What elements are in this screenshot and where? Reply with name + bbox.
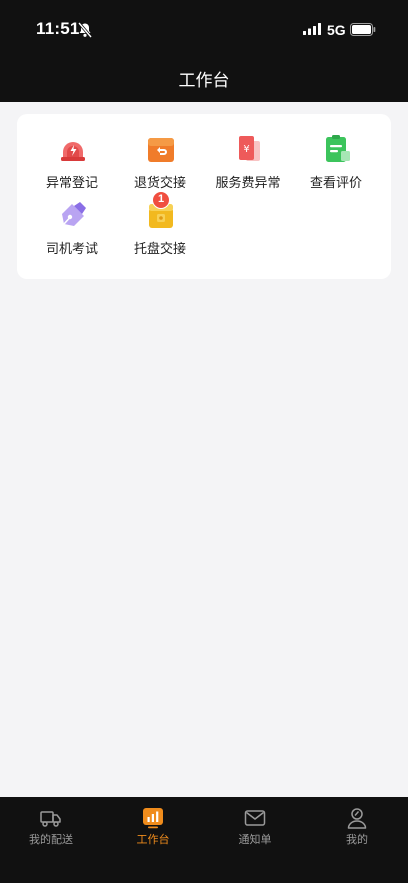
- grid-item-pallet-handover[interactable]: 托盘交接: [113, 200, 207, 260]
- grid-item-label: 异常登记: [45, 175, 98, 190]
- grid-item-view-reviews[interactable]: 查看评价: [289, 134, 383, 194]
- grid-item-label: 司机考试: [45, 241, 98, 256]
- mail-icon: [244, 810, 266, 826]
- app-header: 工作台: [0, 60, 408, 102]
- tab-label: 工作台: [136, 834, 170, 846]
- clipboard-review-icon: [326, 135, 350, 162]
- battery-icon: [350, 23, 376, 36]
- truck-icon: [40, 811, 61, 827]
- fee-document-icon: ¥: [239, 136, 260, 161]
- tab-notices[interactable]: 通知单: [204, 797, 306, 857]
- pen-exam-icon: [62, 202, 86, 226]
- return-box-icon: [148, 138, 174, 162]
- network-type: 5G: [327, 22, 346, 38]
- function-grid-card: 异常登记 退货交接 ¥ 服务费异常 查看评价 司机考试 托盘交接: [17, 114, 391, 279]
- grid-item-label: 退货交接: [133, 175, 186, 190]
- grid-item-label: 托盘交接: [133, 241, 186, 256]
- grid-item-driver-exam[interactable]: 司机考试: [25, 200, 119, 260]
- user-icon: [347, 808, 367, 829]
- status-bar: 11:51 5G: [0, 0, 408, 60]
- page-title: 工作台: [178, 71, 230, 90]
- grid-item-label: 服务费异常: [215, 175, 281, 190]
- tab-label: 通知单: [238, 834, 272, 846]
- signal-icon: [303, 23, 321, 35]
- tab-workbench[interactable]: 工作台: [102, 797, 204, 857]
- grid-item-return-handover[interactable]: 退货交接: [113, 134, 207, 194]
- tab-mine[interactable]: 我的: [306, 797, 408, 857]
- alarm-light-icon: [61, 142, 85, 161]
- status-time: 11:51: [36, 19, 80, 38]
- svg-text:¥: ¥: [243, 144, 249, 155]
- grid-item-service-fee-exception[interactable]: ¥ 服务费异常: [201, 134, 295, 194]
- tab-my-delivery[interactable]: 我的配送: [0, 797, 102, 857]
- bell-muted-icon: [78, 22, 92, 38]
- grid-item-exception-register[interactable]: 异常登记: [25, 134, 119, 194]
- tab-label: 我的: [346, 834, 368, 846]
- notification-badge: 1: [152, 191, 170, 209]
- workbench-chart-icon: [143, 808, 163, 829]
- tab-label: 我的配送: [29, 834, 73, 846]
- bottom-tab-bar: 我的配送 工作台 通知单 我的: [0, 797, 408, 883]
- grid-item-label: 查看评价: [309, 175, 362, 190]
